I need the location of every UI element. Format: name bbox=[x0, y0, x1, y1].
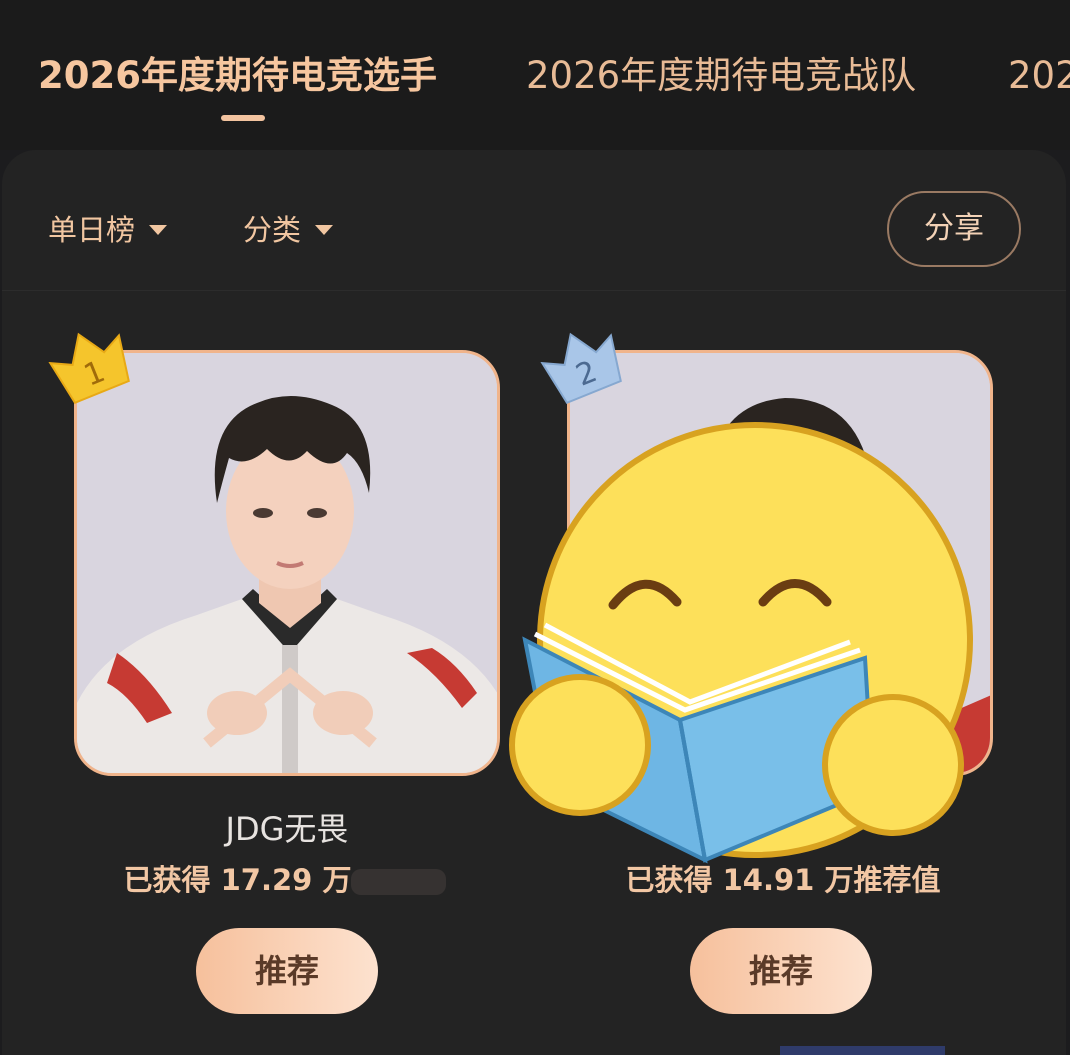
category-label: 分类 bbox=[243, 213, 302, 247]
top-tab-bar: 2026年度期待电竞选手 2026年度期待电竞战队 202 bbox=[0, 0, 1070, 150]
caret-down-icon bbox=[315, 225, 334, 235]
player-card-1[interactable] bbox=[74, 350, 500, 776]
redacted-patch bbox=[351, 869, 447, 895]
daily-ranking-label: 单日榜 bbox=[48, 213, 136, 247]
player-points: 已获得 17.29 万 bbox=[72, 860, 498, 900]
crown-rank-badge-icon: 1 bbox=[48, 332, 130, 404]
tab-esports-players[interactable]: 2026年度期待电竞选手 bbox=[38, 52, 437, 100]
points-text: 已获得 17.29 万 bbox=[123, 863, 352, 897]
bottom-decoration bbox=[780, 1046, 945, 1055]
active-tab-indicator bbox=[221, 115, 265, 121]
recommend-button[interactable]: 推荐 bbox=[690, 928, 872, 1014]
crown-rank-badge-icon: 2 bbox=[540, 332, 622, 404]
caret-down-icon bbox=[149, 225, 168, 235]
category-dropdown[interactable]: 分类 bbox=[243, 210, 334, 250]
filter-bar: 单日榜 分类 分享 bbox=[2, 150, 1066, 291]
player-photo bbox=[77, 353, 497, 773]
tab-third-partial[interactable]: 202 bbox=[1008, 52, 1070, 100]
reading-emoji-sticker bbox=[509, 422, 973, 864]
tab-esports-teams[interactable]: 2026年度期待电竞战队 bbox=[526, 52, 916, 100]
recommend-button[interactable]: 推荐 bbox=[196, 928, 378, 1014]
player-name: JDG无畏 bbox=[225, 810, 349, 848]
share-button[interactable]: 分享 bbox=[887, 191, 1021, 267]
daily-ranking-dropdown[interactable]: 单日榜 bbox=[48, 210, 168, 250]
